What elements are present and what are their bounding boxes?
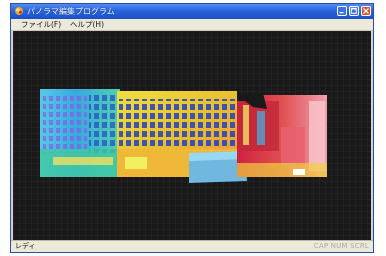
maximize-icon xyxy=(350,7,357,14)
panorama-canvas[interactable] xyxy=(13,31,371,241)
close-icon xyxy=(363,8,369,14)
thermal-panorama-image xyxy=(40,89,327,183)
close-button[interactable] xyxy=(361,6,371,16)
menu-help[interactable]: ヘルプ(H) xyxy=(68,19,106,30)
menu-bar: ファイル(F) ヘルプ(H) xyxy=(11,19,373,31)
menu-file[interactable]: ファイル(F) xyxy=(19,19,63,30)
key-indicators: CAP NUM SCRL xyxy=(313,242,369,250)
minimize-button[interactable] xyxy=(337,6,347,16)
app-window: パノラマ編集プログラム ファイル(F) ヘルプ(H) レディ CAP NUM S… xyxy=(10,3,374,253)
app-icon xyxy=(15,7,23,15)
maximize-button[interactable] xyxy=(349,6,359,16)
minimize-icon xyxy=(339,12,344,14)
status-text: レディ xyxy=(15,242,36,250)
status-bar: レディ CAP NUM SCRL xyxy=(11,240,373,252)
title-bar[interactable]: パノラマ編集プログラム xyxy=(11,4,373,19)
window-title: パノラマ編集プログラム xyxy=(27,7,115,16)
